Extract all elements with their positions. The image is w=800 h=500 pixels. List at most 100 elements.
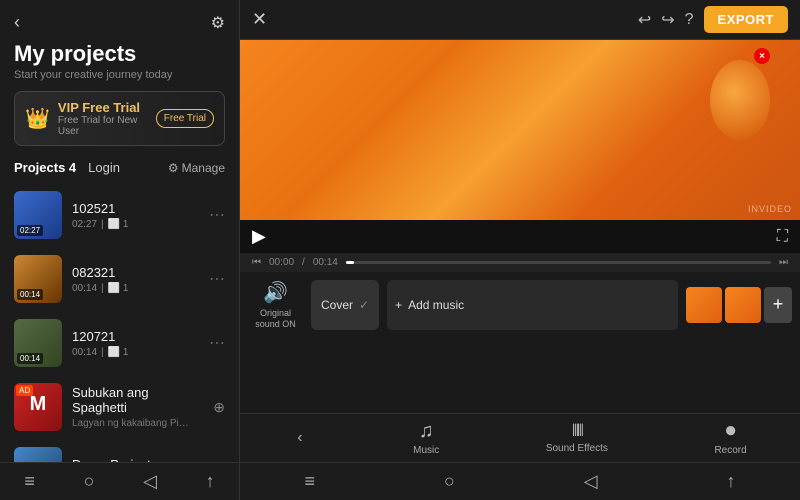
page-subtitle: Start your creative journey today bbox=[0, 69, 239, 91]
project-duration: 00:14 bbox=[72, 347, 97, 358]
video-preview: × INVIDEO bbox=[240, 40, 800, 220]
menu-icon-right[interactable]: ≡ bbox=[304, 471, 315, 492]
fullscreen-button[interactable]: ⛶ bbox=[777, 228, 788, 246]
project-meta: 00:14 | ⬜ 1 bbox=[72, 347, 199, 358]
add-music-label: Add music bbox=[408, 298, 464, 312]
back-button[interactable]: ‹ bbox=[14, 12, 20, 33]
more-options-icon[interactable]: ⋯ bbox=[209, 269, 225, 289]
home-icon[interactable]: ○ bbox=[84, 471, 95, 492]
list-item[interactable]: 00:14 120721 00:14 | ⬜ 1 ⋯ bbox=[0, 311, 239, 375]
close-button[interactable]: ✕ bbox=[252, 9, 267, 30]
project-info: Subukan ang Spaghetti Lagyan ng kakaiban… bbox=[72, 385, 203, 429]
playback-controls: ▶ ⛶ bbox=[240, 220, 800, 253]
sound-effects-label: Sound Effects bbox=[546, 443, 608, 454]
add-music-plus-icon: + bbox=[395, 298, 402, 312]
project-meta: 02:27 | ⬜ 1 bbox=[72, 219, 199, 230]
video-frame: × INVIDEO bbox=[240, 40, 800, 220]
help-button[interactable]: ? bbox=[685, 11, 694, 29]
login-button[interactable]: Login bbox=[88, 160, 120, 175]
add-clip-button[interactable]: + bbox=[764, 287, 792, 323]
project-meta: 00:14 | ⬜ 1 bbox=[72, 283, 199, 294]
manage-button[interactable]: ⚙ Manage bbox=[168, 161, 225, 175]
cover-label: Cover bbox=[321, 298, 353, 312]
more-options-icon[interactable]: ⋯ bbox=[209, 333, 225, 353]
skip-fwd-icon[interactable]: ⏭ bbox=[779, 257, 788, 268]
vip-banner[interactable]: 👑 VIP Free Trial Free Trial for New User… bbox=[14, 91, 225, 146]
profile-icon[interactable]: ↑ bbox=[206, 471, 215, 492]
project-duration: 02:27 bbox=[72, 219, 97, 230]
undo-button[interactable]: ↩ bbox=[638, 10, 651, 30]
project-thumbnail: 00:14 bbox=[14, 255, 62, 303]
list-item[interactable]: M Subukan ang Spaghetti Lagyan ng kakaib… bbox=[0, 375, 239, 439]
redo-button[interactable]: ↪ bbox=[661, 10, 674, 30]
project-name: 102521 bbox=[72, 201, 199, 216]
export-button[interactable]: EXPORT bbox=[704, 6, 788, 33]
vip-text: VIP Free Trial Free Trial for New User bbox=[58, 100, 148, 137]
profile-icon-right[interactable]: ↑ bbox=[727, 471, 736, 492]
project-list: 02:27 102521 02:27 | ⬜ 1 ⋯ 00:14 082321 … bbox=[0, 183, 239, 462]
menu-icon[interactable]: ≡ bbox=[24, 471, 35, 492]
project-thumbnail: 00:13 bbox=[14, 447, 62, 462]
project-description: Lagyan ng kakaibang Pinoy twist and p... bbox=[72, 418, 192, 429]
bottom-nav-right: ≡ ○ ◁ ↑ bbox=[240, 462, 800, 500]
music-label: Music bbox=[413, 445, 439, 456]
back-nav-icon[interactable]: ◁ bbox=[143, 471, 157, 492]
project-name: 082321 bbox=[72, 265, 199, 280]
manage-icon: ⚙ bbox=[168, 161, 179, 175]
project-thumbnail: 02:27 bbox=[14, 191, 62, 239]
projects-nav: Projects 4 Login ⚙ Manage bbox=[0, 156, 239, 183]
vip-subtitle: Free Trial for New User bbox=[58, 115, 148, 137]
time-sep: / bbox=[302, 257, 305, 268]
sound-label: Originalsound ON bbox=[255, 308, 296, 330]
back-nav-icon-right[interactable]: ◁ bbox=[584, 471, 598, 492]
meta-sep: | bbox=[101, 219, 104, 230]
music-icon: ♫ bbox=[419, 420, 434, 443]
vip-free-trial-button[interactable]: Free Trial bbox=[156, 109, 214, 128]
cover-button[interactable]: Cover ✓ bbox=[311, 280, 379, 330]
play-button[interactable]: ▶ bbox=[252, 226, 266, 247]
projects-count: Projects 4 bbox=[14, 160, 76, 175]
bottom-nav-left: ≡ ○ ◁ ↑ bbox=[0, 462, 239, 500]
error-badge: × bbox=[754, 48, 770, 64]
more-options-icon[interactable]: ⋯ bbox=[209, 205, 225, 225]
record-label: Record bbox=[714, 445, 746, 456]
record-tool[interactable]: ⏺ Record bbox=[714, 420, 746, 456]
clip-strip: + bbox=[686, 287, 792, 323]
project-info: 120721 00:14 | ⬜ 1 bbox=[72, 329, 199, 358]
cover-check-icon: ✓ bbox=[359, 298, 369, 312]
vip-title: VIP Free Trial bbox=[58, 100, 148, 115]
original-sound-control[interactable]: 🔊 Originalsound ON bbox=[248, 280, 303, 330]
settings-icon[interactable]: ⚙ bbox=[211, 13, 225, 33]
record-icon: ⏺ bbox=[726, 420, 736, 443]
ad-icon: ⊕ bbox=[213, 399, 225, 416]
right-header: ✕ ↩ ↪ ? EXPORT bbox=[240, 0, 800, 40]
project-name: 120721 bbox=[72, 329, 199, 344]
list-item[interactable]: 00:13 Demo Project 00:13 | ⬜ 8 ⬇ bbox=[0, 439, 239, 462]
music-tool[interactable]: ♫ Music bbox=[413, 420, 439, 456]
list-item[interactable]: 00:14 082321 00:14 | ⬜ 1 ⋯ bbox=[0, 247, 239, 311]
project-name: Subukan ang Spaghetti bbox=[72, 385, 203, 415]
total-time: 00:14 bbox=[313, 257, 338, 268]
add-music-button[interactable]: + Add music bbox=[387, 280, 678, 330]
project-info: 102521 02:27 | ⬜ 1 bbox=[72, 201, 199, 230]
timeline-progress bbox=[346, 261, 355, 264]
chevron-left-button[interactable]: ‹ bbox=[293, 429, 306, 447]
timeline-bar: ⏮ 00:00 / 00:14 ⏭ bbox=[240, 253, 800, 272]
project-clips: ⬜ 1 bbox=[108, 347, 129, 358]
audio-controls: 🔊 Originalsound ON Cover ✓ + Add music bbox=[248, 276, 678, 334]
bottom-tools: ‹ ♫ Music ⦀⦀ Sound Effects ⏺ Record bbox=[240, 413, 800, 462]
project-thumbnail: 00:14 bbox=[14, 319, 62, 367]
clip-thumb[interactable] bbox=[686, 287, 722, 323]
timeline-track[interactable] bbox=[346, 261, 771, 264]
pumpkin-detail bbox=[710, 60, 770, 140]
vip-crown-icon: 👑 bbox=[25, 106, 50, 131]
left-header: ‹ ⚙ bbox=[0, 0, 239, 37]
watermark-label: INVIDEO bbox=[748, 204, 792, 214]
skip-back-icon[interactable]: ⏮ bbox=[252, 257, 261, 268]
list-item[interactable]: 02:27 102521 02:27 | ⬜ 1 ⋯ bbox=[0, 183, 239, 247]
home-icon-right[interactable]: ○ bbox=[444, 471, 455, 492]
project-clips: ⬜ 1 bbox=[108, 283, 129, 294]
clip-strip-row: 🔊 Originalsound ON Cover ✓ + Add music + bbox=[240, 272, 800, 338]
sound-effects-tool[interactable]: ⦀⦀ Sound Effects bbox=[546, 423, 608, 454]
clip-thumb[interactable] bbox=[725, 287, 761, 323]
